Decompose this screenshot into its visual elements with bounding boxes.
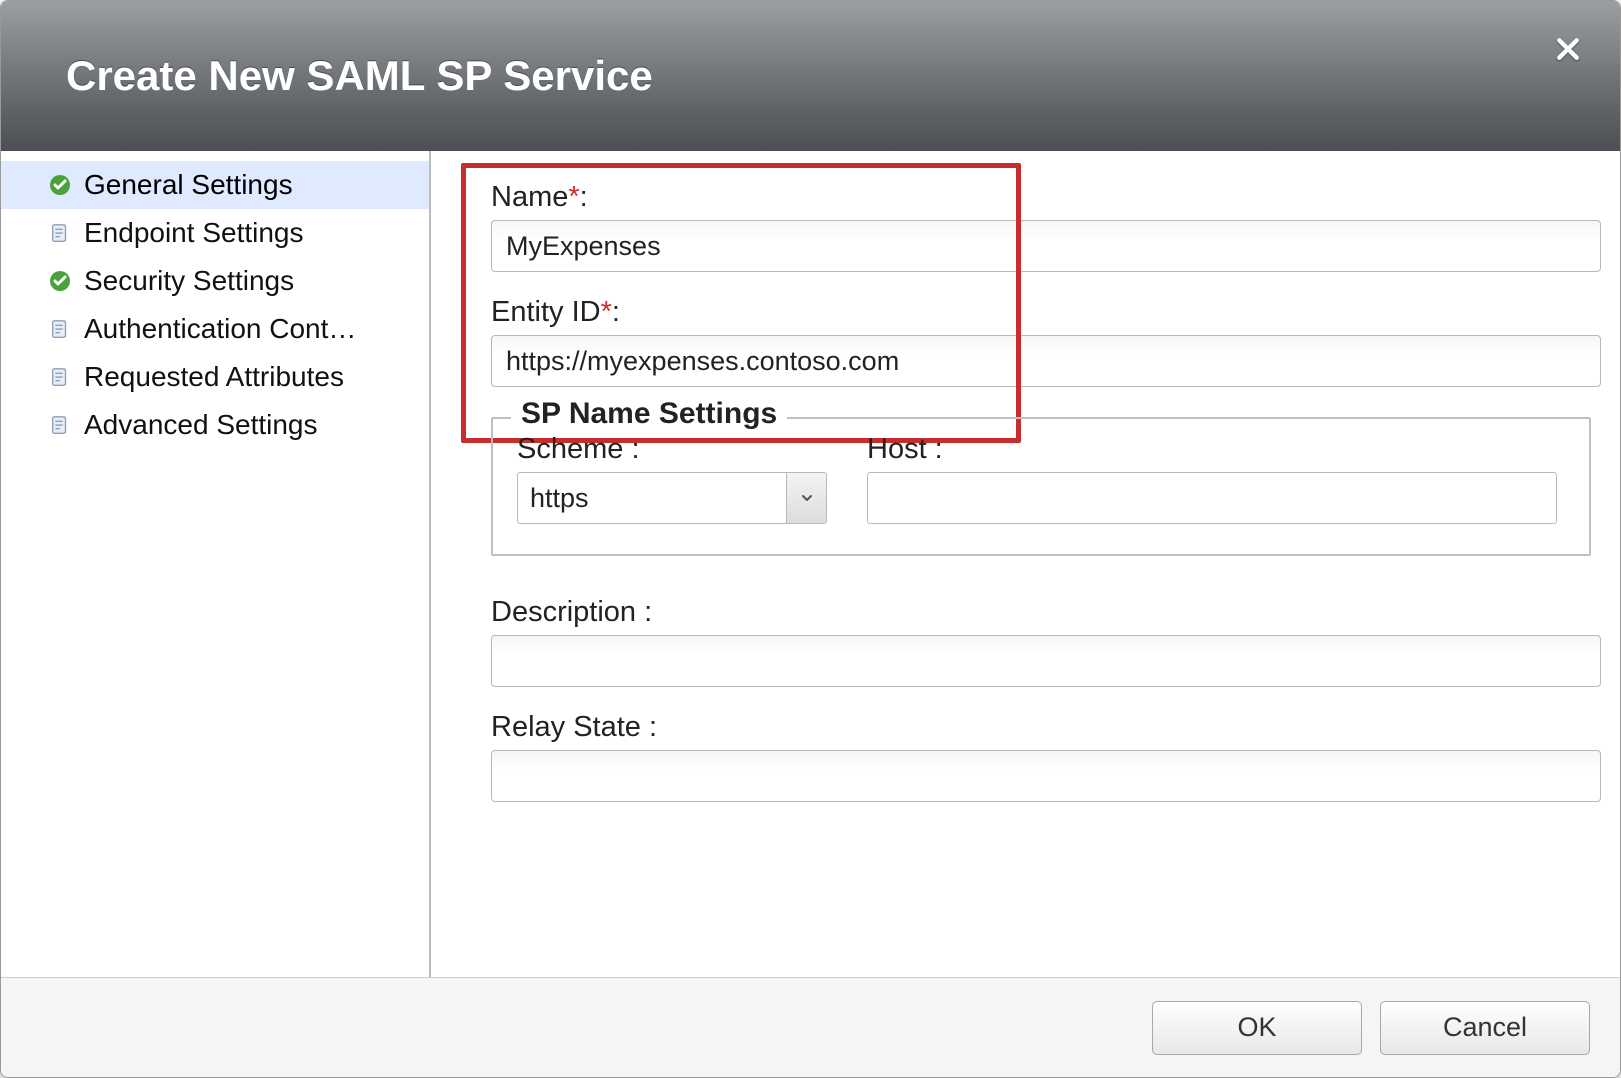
sidebar-item-general-settings[interactable]: General Settings [1, 161, 429, 209]
host-label: Host : [867, 433, 1557, 466]
close-icon [1555, 36, 1581, 62]
sidebar-item-label: Authentication Cont… [84, 313, 356, 345]
entity-id-label: Entity ID*: [491, 296, 1592, 329]
check-icon [46, 171, 74, 199]
chevron-down-icon [799, 490, 815, 506]
sidebar-item-label: Requested Attributes [84, 361, 344, 393]
description-field: Description : [451, 596, 1592, 687]
check-icon [46, 267, 74, 295]
page-icon [46, 363, 74, 391]
host-field: Host : [867, 433, 1557, 524]
cancel-button[interactable]: Cancel [1380, 1001, 1590, 1055]
dialog-footer: OK Cancel [1, 977, 1620, 1077]
sp-name-settings-legend: SP Name Settings [511, 397, 787, 431]
entity-id-input[interactable] [491, 335, 1601, 387]
description-label: Description : [491, 596, 1592, 629]
sidebar-item-authentication-context[interactable]: Authentication Cont… [1, 305, 429, 353]
dialog-title: Create New SAML SP Service [66, 52, 653, 100]
name-label: Name*: [491, 181, 1592, 214]
sp-name-settings-fieldset: SP Name Settings Scheme : https Host : [491, 417, 1591, 556]
relay-state-input[interactable] [491, 750, 1601, 802]
sidebar-item-security-settings[interactable]: Security Settings [1, 257, 429, 305]
page-icon [46, 315, 74, 343]
page-icon [46, 219, 74, 247]
dialog: Create New SAML SP Service General Setti… [0, 0, 1621, 1078]
dialog-titlebar: Create New SAML SP Service [1, 1, 1620, 151]
form-panel: Name*: Entity ID*: SP Name Settings Sche… [431, 151, 1620, 977]
entity-id-field: Entity ID*: [451, 296, 1592, 387]
sidebar-item-label: General Settings [84, 169, 293, 201]
scheme-value: https [518, 473, 786, 523]
page-icon [46, 411, 74, 439]
name-field: Name*: [451, 171, 1592, 272]
scheme-combobox[interactable]: https [517, 472, 827, 524]
sidebar-item-advanced-settings[interactable]: Advanced Settings [1, 401, 429, 449]
ok-button[interactable]: OK [1152, 1001, 1362, 1055]
scheme-dropdown-button[interactable] [786, 473, 826, 523]
host-input[interactable] [867, 472, 1557, 524]
sidebar-item-requested-attributes[interactable]: Requested Attributes [1, 353, 429, 401]
sidebar-item-label: Security Settings [84, 265, 294, 297]
name-input[interactable] [491, 220, 1601, 272]
relay-state-label: Relay State : [491, 711, 1592, 744]
sidebar-item-label: Endpoint Settings [84, 217, 304, 249]
relay-state-field: Relay State : [451, 711, 1592, 802]
scheme-label: Scheme : [517, 433, 827, 466]
sidebar-item-endpoint-settings[interactable]: Endpoint Settings [1, 209, 429, 257]
close-button[interactable] [1548, 29, 1588, 69]
sidebar-item-label: Advanced Settings [84, 409, 318, 441]
sidebar: General Settings Endpoint Settings Secur… [1, 151, 431, 977]
required-star: * [601, 296, 612, 328]
description-input[interactable] [491, 635, 1601, 687]
scheme-field: Scheme : https [517, 433, 827, 524]
dialog-body: General Settings Endpoint Settings Secur… [1, 151, 1620, 977]
required-star: * [568, 181, 579, 213]
